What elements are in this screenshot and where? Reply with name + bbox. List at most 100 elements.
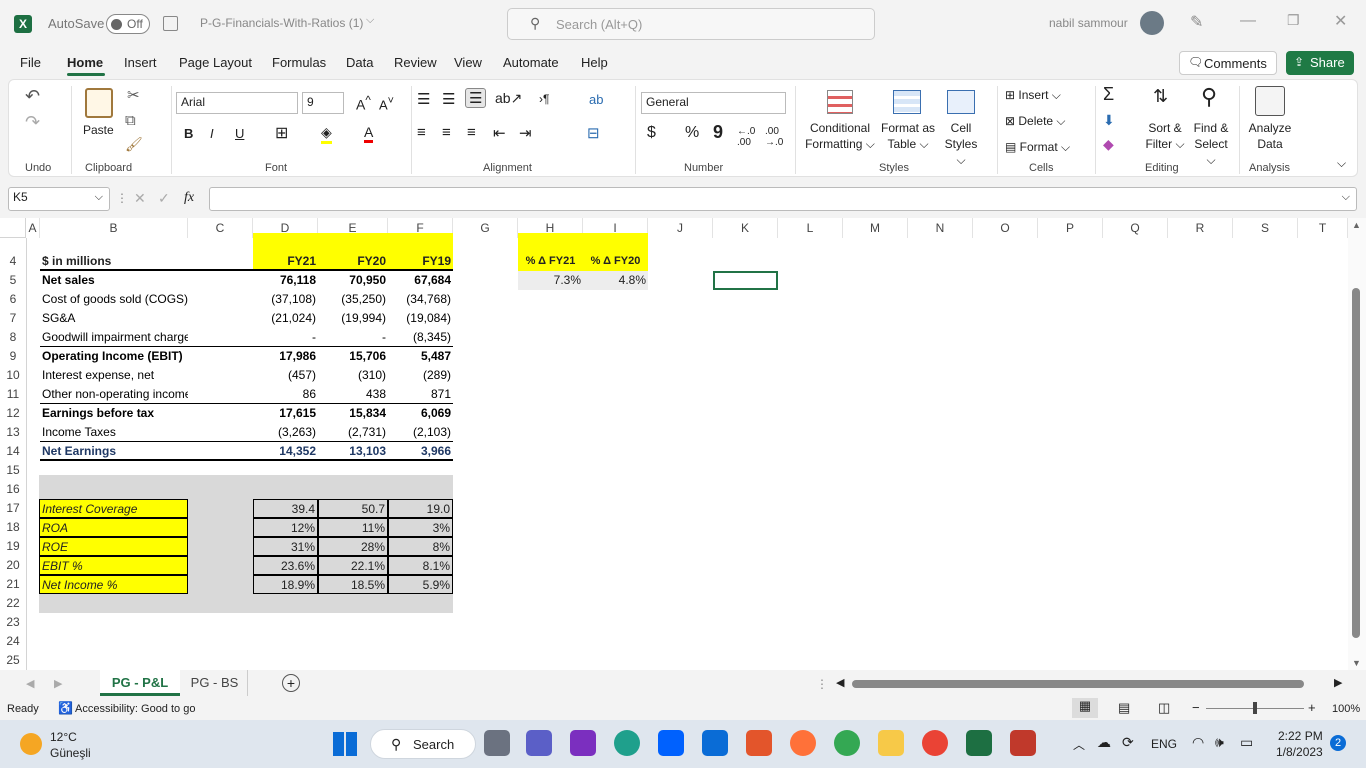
pl-fy20[interactable]: 70,950 (318, 271, 388, 290)
menu-help[interactable]: Help (581, 55, 608, 70)
pl-fy21[interactable]: (3,263) (253, 423, 318, 442)
format-cells-button[interactable]: ▤ Format ⌵ (1005, 140, 1070, 155)
pl-spacer[interactable] (188, 309, 253, 328)
copy-icon[interactable]: ⧉ (125, 112, 136, 129)
analyze-data-button[interactable]: Analyze Data (1245, 120, 1295, 152)
battery-icon[interactable]: ▭ (1240, 734, 1253, 751)
tab-pg-pl[interactable]: PG - P&L (100, 670, 180, 696)
pl-fy19[interactable]: 6,069 (388, 404, 453, 423)
pl-spacer[interactable] (188, 404, 253, 423)
save-icon[interactable] (163, 16, 178, 31)
row-header-24[interactable]: 24 (0, 632, 26, 651)
excel-taskbar-icon[interactable] (966, 730, 992, 756)
pl-fy19[interactable]: (19,084) (388, 309, 453, 328)
column-header-g[interactable]: G (453, 218, 518, 238)
menu-view[interactable]: View (454, 55, 482, 70)
row-header-18[interactable]: 18 (0, 518, 26, 537)
start-icon[interactable] (333, 732, 357, 756)
header-label[interactable]: $ in millions (40, 252, 188, 271)
row-header-20[interactable]: 20 (0, 556, 26, 575)
conditional-formatting-button[interactable]: Conditional Formatting ⌵ (803, 120, 877, 152)
pl-spacer[interactable] (188, 290, 253, 309)
accessibility-status[interactable]: Accessibility: Good to go (75, 703, 195, 715)
column-header-p[interactable]: P (1038, 218, 1103, 238)
scroll-thumb[interactable] (1352, 288, 1360, 638)
pl-fy21[interactable]: (457) (253, 366, 318, 385)
ratio-label[interactable]: ROE (39, 537, 188, 556)
clock-time[interactable]: 2:22 PM (1278, 729, 1323, 743)
weather-icon[interactable] (20, 733, 42, 755)
fill-color-icon[interactable]: ◈ (321, 124, 332, 144)
avatar[interactable] (1140, 11, 1164, 35)
pl-fy20[interactable]: 438 (318, 385, 388, 404)
ratio-value-d[interactable]: 23.6% (253, 556, 318, 575)
file-explorer-icon[interactable] (878, 730, 904, 756)
selected-cell[interactable] (713, 271, 778, 290)
find-select-button[interactable]: Find & Select ⌵ (1189, 120, 1233, 168)
delete-cells-button[interactable]: ⊠ Delete ⌵ (1005, 114, 1066, 129)
align-left-icon[interactable]: ≡ (417, 124, 426, 141)
column-header-a[interactable]: A (26, 218, 40, 238)
align-middle-icon[interactable]: ☰ (442, 90, 455, 108)
find-select-icon[interactable]: ⚲ (1201, 84, 1217, 110)
pl-spacer[interactable] (188, 385, 253, 404)
insert-cells-button[interactable]: ⊞ Insert ⌵ (1005, 88, 1061, 103)
task-view-icon[interactable] (484, 730, 510, 756)
cancel-icon[interactable]: ✕ (134, 190, 146, 207)
zoom-level[interactable]: 100% (1332, 703, 1360, 715)
row-header-21[interactable]: 21 (0, 575, 26, 594)
scroll-left-icon[interactable]: ◀ (836, 676, 844, 689)
edge-icon[interactable] (614, 730, 640, 756)
column-header-n[interactable]: N (908, 218, 973, 238)
currency-icon[interactable]: $ (647, 124, 656, 142)
file-name[interactable]: P-G-Financials-With-Ratios (1) (200, 16, 363, 30)
pl-fy19[interactable]: 5,487 (388, 347, 453, 366)
decrease-indent-icon[interactable]: ⇤ (493, 124, 506, 142)
font-size-select[interactable]: 9 (302, 92, 344, 114)
ratio-label[interactable]: ROA (39, 518, 188, 537)
dropbox-icon[interactable] (658, 730, 684, 756)
page-layout-view-icon[interactable]: ▤ (1118, 700, 1130, 716)
decrease-decimal-icon[interactable]: .00 →.0 (765, 126, 783, 148)
align-top-icon[interactable]: ☰ (417, 90, 430, 108)
column-header-q[interactable]: Q (1103, 218, 1168, 238)
insert-function-icon[interactable]: fx (184, 190, 194, 206)
pl-label[interactable]: Income Taxes (40, 423, 188, 442)
align-bottom-icon[interactable]: ☰ (465, 88, 487, 108)
chrome-profile-icon[interactable] (922, 730, 948, 756)
chrome-icon[interactable] (834, 730, 860, 756)
office-icon[interactable] (746, 730, 772, 756)
borders-icon[interactable]: ⊞ (275, 123, 288, 143)
pl-fy21[interactable]: 76,118 (253, 271, 318, 290)
format-as-table-button[interactable]: Format as Table ⌵ (877, 120, 939, 152)
number-format-select[interactable]: General (641, 92, 786, 114)
header-fy21[interactable]: FY21 (253, 252, 318, 271)
pl-label[interactable]: Earnings before tax (40, 404, 188, 423)
ratio-value-e[interactable]: 18.5% (318, 575, 388, 594)
menu-page-layout[interactable]: Page Layout (179, 55, 252, 70)
pl-fy20[interactable]: (310) (318, 366, 388, 385)
prev-sheet-icon[interactable]: ◀ (26, 677, 34, 690)
menu-insert[interactable]: Insert (124, 55, 157, 70)
pen-icon[interactable]: ✎ (1190, 12, 1203, 32)
ratio-value-f[interactable]: 5.9% (388, 575, 453, 594)
undo-icon[interactable]: ↶ (25, 86, 40, 107)
ratio-value-f[interactable]: 19.0 (388, 499, 453, 518)
format-painter-icon[interactable]: 🖌 (125, 136, 143, 153)
ratio-value-e[interactable]: 22.1% (318, 556, 388, 575)
pl-spacer[interactable] (188, 423, 253, 442)
ratio-value-e[interactable]: 50.7 (318, 499, 388, 518)
menu-formulas[interactable]: Formulas (272, 55, 326, 70)
row-header-6[interactable]: 6 (0, 290, 26, 309)
pl-label[interactable]: Net Earnings (40, 442, 188, 461)
search-box[interactable]: ⚲ Search (Alt+Q) (507, 8, 875, 40)
row-header-8[interactable]: 8 (0, 328, 26, 347)
pl-fy20[interactable]: - (318, 328, 388, 347)
language-indicator[interactable]: ENG (1151, 737, 1177, 751)
pl-fy21[interactable]: (37,108) (253, 290, 318, 309)
normal-view-icon[interactable]: ▦ (1072, 698, 1098, 718)
pl-spacer[interactable] (188, 271, 253, 290)
shrink-font-icon[interactable]: A˅ (379, 95, 394, 112)
ratio-value-d[interactable]: 31% (253, 537, 318, 556)
row-header-15[interactable]: 15 (0, 461, 26, 480)
